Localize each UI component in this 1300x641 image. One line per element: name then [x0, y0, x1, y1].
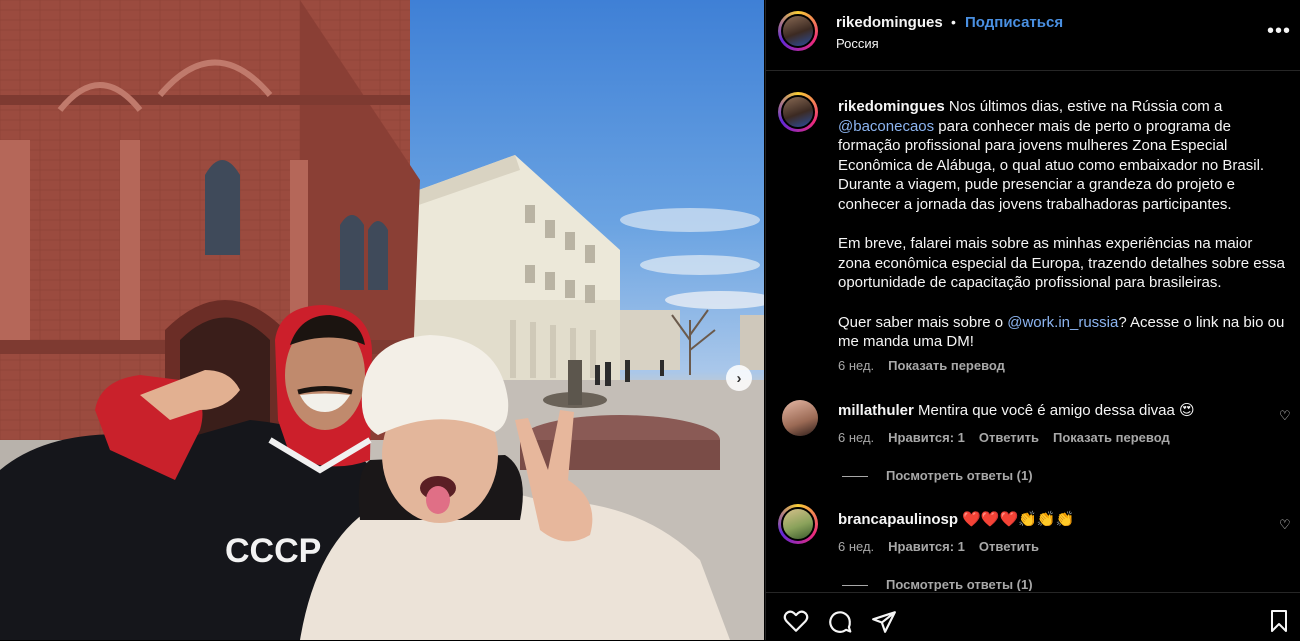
like-comment-heart-icon[interactable]: ♡ — [1279, 408, 1291, 424]
caption-time: 6 нед. — [838, 358, 875, 373]
bookmark-icon[interactable] — [1268, 609, 1290, 633]
reply-button[interactable]: Ответить — [979, 539, 1039, 554]
view-replies-label: Посмотреть ответы (1) — [886, 468, 1033, 483]
comment-meta: 6 нед. Нравится: 1 Ответить Показать перево… — [838, 430, 1170, 445]
comment-body: ❤️❤️❤️👏👏👏 — [962, 511, 1075, 528]
caption-text-1a: Nos últimos dias, estive na Rússia com a — [944, 98, 1223, 115]
next-photo-button[interactable]: › — [726, 365, 752, 391]
view-replies-label: Посмотреть ответы (1) — [886, 577, 1033, 591]
mention-link[interactable]: @baconecaos — [838, 118, 934, 135]
caption-avatar[interactable] — [778, 92, 818, 132]
caption-username[interactable]: rikedomingues — [838, 98, 945, 115]
comment-text: millathuler Mentira que você é amigo des… — [838, 401, 1195, 419]
post-side-panel: rikedomingues • Подписаться Россия ••• r… — [765, 0, 1300, 640]
comment-text: brancapaulinosp ❤️❤️❤️👏👏👏 — [838, 510, 1074, 528]
comment-meta: 6 нед. Нравится: 1 Ответить — [838, 539, 1039, 554]
avatar[interactable] — [778, 11, 818, 51]
follow-button[interactable]: Подписаться — [965, 14, 1063, 31]
more-icon[interactable]: ••• — [1267, 20, 1291, 43]
caption-meta: 6 нед. Показать перевод — [838, 358, 1005, 373]
reply-button[interactable]: Ответить — [979, 430, 1039, 445]
jacket-text: СССР — [225, 532, 321, 570]
location-link[interactable]: Россия — [836, 36, 879, 51]
comment-icon[interactable] — [827, 609, 853, 635]
like-comment-heart-icon[interactable]: ♡ — [1279, 517, 1291, 533]
caption-paragraph-2: Em breve, falarei mais sobre as minhas e… — [838, 235, 1285, 292]
comment-avatar[interactable] — [782, 400, 818, 436]
comment-likes[interactable]: Нравится: 1 — [888, 430, 965, 445]
comment-body: Mentira que você é amigo dessa divaa 😍 — [918, 402, 1195, 419]
post-action-bar — [766, 592, 1300, 641]
show-translation-button[interactable]: Показать перевод — [1053, 430, 1170, 445]
comment-likes[interactable]: Нравится: 1 — [888, 539, 965, 554]
header-separator: • — [951, 14, 956, 30]
view-replies-button[interactable]: Посмотреть ответы (1) — [842, 468, 1033, 483]
post-header: rikedomingues • Подписаться Россия ••• — [766, 0, 1300, 71]
comment-username[interactable]: brancapaulinosp — [838, 511, 958, 528]
share-icon[interactable] — [871, 609, 897, 635]
show-translation-button[interactable]: Показать перевод — [888, 358, 1005, 373]
caption-text-3a: Quer saber mais sobre o — [838, 313, 1008, 331]
heart-icon[interactable] — [783, 609, 809, 633]
photo-scene: СССР — [0, 0, 764, 640]
comment-avatar[interactable] — [778, 504, 818, 544]
view-replies-button[interactable]: Посмотреть ответы (1) — [842, 577, 1033, 591]
mention-link[interactable]: @work.in_russia — [1007, 314, 1118, 331]
post-caption: rikedomingues Nos últimos dias, estive n… — [838, 97, 1288, 371]
comment-username[interactable]: millathuler — [838, 402, 914, 419]
post-photo[interactable]: СССР › — [0, 0, 764, 640]
header-username[interactable]: rikedomingues — [836, 14, 943, 31]
comment-time: 6 нед. — [838, 430, 875, 445]
comments-scroll-area[interactable]: rikedomingues Nos últimos dias, estive n… — [766, 71, 1300, 591]
comment-time: 6 нед. — [838, 539, 875, 554]
chevron-right-icon: › — [736, 369, 742, 387]
